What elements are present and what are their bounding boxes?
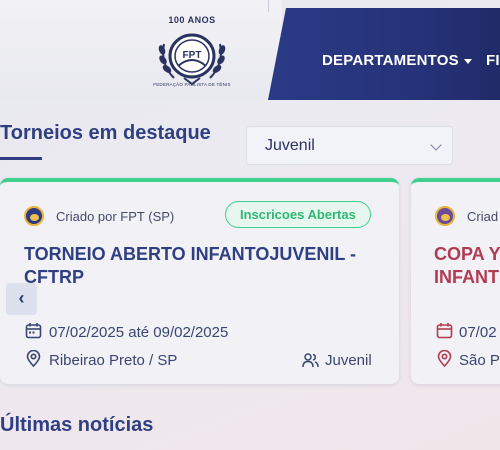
tournament-title[interactable]: TORNEIO ABERTO INFANTOJUVENIL - CFTRP: [24, 243, 374, 289]
registration-status-badge: Inscricoes Abertas: [225, 201, 371, 228]
title-underline: [0, 157, 42, 160]
news-section-title: Últimas notícias: [0, 414, 154, 436]
location-pin-icon: [437, 350, 452, 367]
nav-departamentos-label: DEPARTAMENTOS: [322, 52, 459, 69]
nav-item-partial[interactable]: FI: [486, 52, 500, 69]
organizer-logo-icon: [435, 206, 455, 226]
featured-section-title: Torneios em destaque: [0, 122, 211, 144]
logo-monogram: FPT: [183, 50, 202, 61]
nav-departamentos[interactable]: DEPARTAMENTOS: [322, 52, 472, 69]
tournament-location: Ribeirao Preto / SP: [49, 352, 178, 369]
logo-caption: FEDERAÇÃO PAULISTA DE TÊNIS: [153, 82, 231, 87]
logo-area: [0, 0, 282, 100]
tournament-card[interactable]: Criad COPA Y INFANT 07/02 São P: [411, 178, 500, 384]
carousel-prev-button[interactable]: ‹: [6, 283, 37, 315]
category-filter-select[interactable]: Juvenil: [246, 126, 453, 165]
site-header: FPT 100 ANOS FEDERAÇÃO PAULISTA DE TÊNIS…: [0, 0, 500, 100]
tournament-card[interactable]: Criado por FPT (SP) Inscricoes Abertas T…: [0, 178, 399, 384]
users-icon: [302, 353, 319, 368]
calendar-icon: [25, 323, 42, 339]
organizer-text: Criado por FPT (SP): [56, 209, 175, 224]
tournament-dates: 07/02: [459, 324, 497, 341]
organizer-text: Criad: [467, 209, 499, 224]
calendar-icon: [436, 323, 453, 339]
tournament-category: Juvenil: [325, 352, 372, 369]
tournament-location: São P: [459, 352, 500, 369]
chevron-down-icon: [463, 58, 472, 64]
location-pin-icon: [26, 350, 41, 367]
main-nav: DEPARTAMENTOS FI: [268, 8, 500, 100]
chevron-down-icon: [430, 139, 442, 151]
organizer-logo-icon: [24, 206, 44, 226]
logo-anniversary-text: 100 ANOS: [168, 15, 216, 25]
category-filter-value: Juvenil: [265, 137, 315, 154]
header-divider: [268, 0, 269, 12]
tournament-dates: 07/02/2025 até 09/02/2025: [49, 324, 229, 341]
tournament-title[interactable]: COPA Y INFANT: [434, 243, 500, 289]
